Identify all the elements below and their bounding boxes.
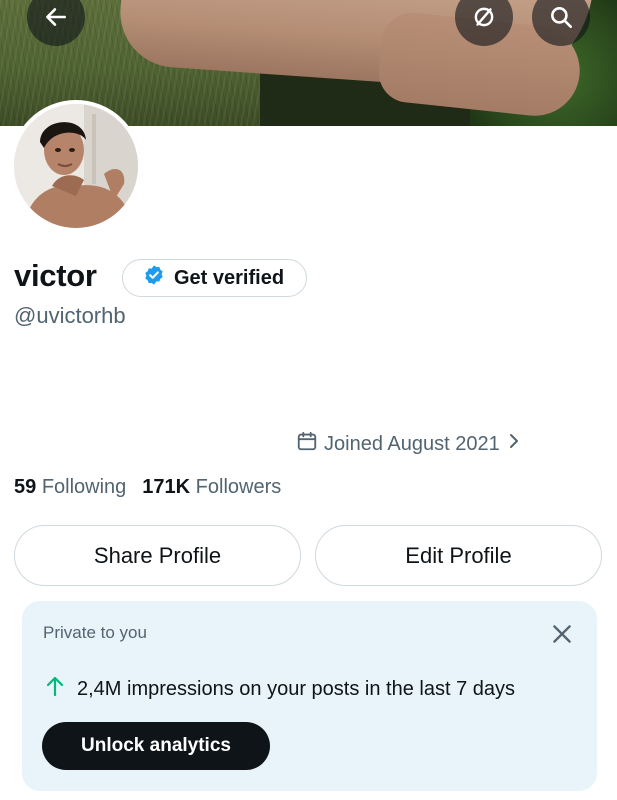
get-verified-label: Get verified [174, 266, 285, 289]
arrow-up-icon [45, 675, 65, 703]
following-label: Following [41, 476, 127, 498]
display-name: victor [14, 258, 97, 293]
edit-profile-button[interactable]: Edit Profile [315, 525, 602, 586]
get-verified-button[interactable]: Get verified [122, 259, 307, 297]
share-profile-button[interactable]: Share Profile [14, 525, 301, 586]
followers-count: 171K [142, 476, 191, 498]
unlock-analytics-button[interactable]: Unlock analytics [42, 722, 270, 770]
arrow-left-icon [43, 4, 69, 30]
following-link[interactable]: 59 Following [14, 476, 126, 499]
impressions-row: 2,4M impressions on your posts in the la… [45, 675, 515, 703]
verified-badge-icon [143, 264, 165, 292]
chevron-right-icon [506, 432, 522, 456]
calendar-icon [296, 430, 318, 458]
joined-date-link[interactable]: Joined August 2021 [296, 430, 522, 458]
search-icon [548, 4, 574, 30]
joined-text: Joined August 2021 [324, 432, 500, 455]
following-count: 59 [14, 476, 37, 498]
analytics-card: Private to you 2,4M impressions on your … [22, 601, 597, 791]
impressions-text: 2,4M impressions on your posts in the la… [77, 677, 515, 700]
user-handle: @uvictorhb [14, 303, 126, 328]
follow-stats: 59 Following 171K Followers [14, 476, 281, 499]
circle-slash-icon [471, 4, 497, 30]
avatar-photo [14, 104, 138, 228]
avatar[interactable] [10, 100, 142, 232]
private-label: Private to you [43, 623, 147, 642]
followers-link[interactable]: 171K Followers [142, 476, 281, 499]
followers-label: Followers [195, 476, 282, 498]
close-icon[interactable] [549, 621, 575, 647]
